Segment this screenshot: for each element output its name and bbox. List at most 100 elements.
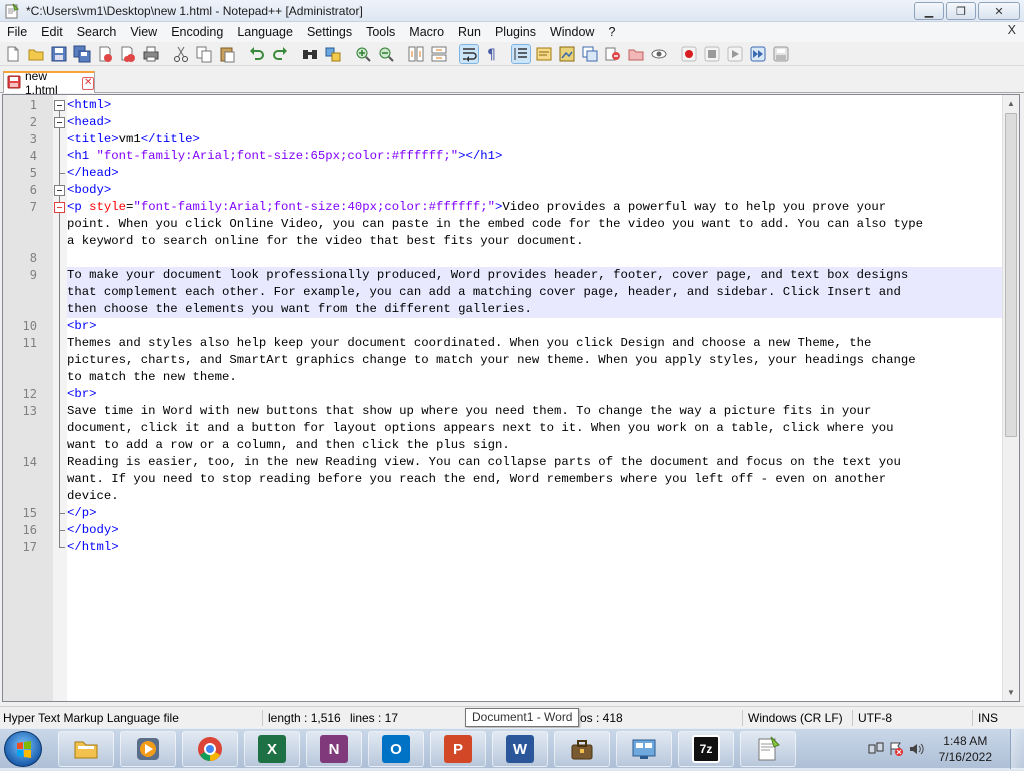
undo-icon[interactable] [248,45,266,63]
menu-view[interactable]: View [123,22,164,42]
code-line[interactable]: Themes and styles also help keep your do… [67,335,1003,352]
new-file-icon[interactable] [4,45,22,63]
menu-plugins[interactable]: Plugins [488,22,543,42]
code-line[interactable]: <head> [67,114,1003,131]
code-line[interactable]: <html> [67,97,1003,114]
tab-new-1-html[interactable]: new 1.html ✕ [3,69,95,97]
sync-vertical-icon[interactable] [407,45,425,63]
taskbar-chrome[interactable] [182,731,238,767]
code-line[interactable]: Reading is easier, too, in the new Readi… [67,454,1003,471]
taskbar-notepadpp[interactable] [740,731,796,767]
taskbar-onenote[interactable]: N [306,731,362,767]
code-line[interactable]: <h1 "font-family:Arial;font-size:65px;co… [67,148,1003,165]
menu-tools[interactable]: Tools [359,22,402,42]
taskbar-7zip[interactable]: 7z [678,731,734,767]
fold-toggle-icon[interactable] [54,117,65,128]
code-line[interactable]: </html> [67,539,1003,556]
copy-icon[interactable] [195,45,213,63]
code-line[interactable]: want. If you need to stop reading before… [67,471,1003,488]
show-desktop-button[interactable] [1010,729,1024,769]
taskbar-outlook[interactable]: O [368,731,424,767]
code-line[interactable]: <p style="font-family:Arial;font-size:40… [67,199,1003,216]
close-all-icon[interactable] [119,45,137,63]
word-wrap-icon[interactable] [459,44,479,64]
code-line[interactable]: <br> [67,386,1003,403]
replace-icon[interactable] [324,45,342,63]
menu-encoding[interactable]: Encoding [164,22,230,42]
cut-icon[interactable] [172,45,190,63]
find-icon[interactable] [301,45,319,63]
code-line[interactable]: a keyword to search online for the video… [67,233,1003,250]
taskbar-network-app[interactable] [554,731,610,767]
code-line[interactable]: Save time in Word with new buttons that … [67,403,1003,420]
function-list-icon[interactable] [581,45,599,63]
start-button[interactable] [4,731,42,767]
code-line[interactable]: to match the new theme. [67,369,1003,386]
volume-icon[interactable] [908,741,924,757]
taskbar-excel[interactable]: X [244,731,300,767]
network-icon[interactable] [868,741,884,757]
notepadpp-app-icon[interactable] [4,3,20,19]
taskbar-media-player[interactable] [120,731,176,767]
scrollbar-thumb[interactable] [1005,113,1017,437]
title-bar[interactable]: *C:\Users\vm1\Desktop\new 1.html - Notep… [0,0,1024,22]
code-line[interactable]: </head> [67,165,1003,182]
close-document-button[interactable]: X [1008,23,1016,37]
action-center-icon[interactable] [888,741,904,757]
code-line[interactable]: then choose the elements you want from t… [67,301,1003,318]
code-line[interactable]: </body> [67,522,1003,539]
code-line[interactable]: that complement each other. For example,… [67,284,1003,301]
code-line[interactable]: document, click it and a button for layo… [67,420,1003,437]
taskbar-word[interactable]: W [492,731,548,767]
run-macro-multiple-icon[interactable] [749,45,767,63]
redo-icon[interactable] [271,45,289,63]
zoom-in-icon[interactable] [354,45,372,63]
taskbar-control-panel[interactable] [616,731,672,767]
zoom-out-icon[interactable] [377,45,395,63]
code-line[interactable]: </p> [67,505,1003,522]
code-line[interactable]: device. [67,488,1003,505]
folder-icon[interactable] [627,45,645,63]
code-line[interactable]: pictures, charts, and SmartArt graphics … [67,352,1003,369]
monitoring-icon[interactable] [650,45,668,63]
record-macro-icon[interactable] [680,45,698,63]
code-line[interactable]: want to add a row or a column, and then … [67,437,1003,454]
menu-settings[interactable]: Settings [300,22,359,42]
taskbar-powerpoint[interactable]: P [430,731,486,767]
maximize-button[interactable]: ❐ [946,2,976,20]
menu-search[interactable]: Search [70,22,124,42]
document-map-icon[interactable] [558,45,576,63]
tab-close-icon[interactable]: ✕ [82,76,94,90]
close-file-icon[interactable] [96,45,114,63]
menu-window[interactable]: Window [543,22,601,42]
stop-macro-icon[interactable] [703,45,721,63]
code-line[interactable]: <title>vm1</title> [67,131,1003,148]
save-icon[interactable] [50,45,68,63]
vertical-scrollbar[interactable]: ▲ ▼ [1002,95,1019,701]
sync-horizontal-icon[interactable] [430,45,448,63]
fold-toggle-icon[interactable] [54,100,65,111]
indent-guide-icon[interactable] [511,44,531,64]
folder-as-workspace-icon[interactable] [604,45,622,63]
clock[interactable]: 1:48 AM 7/16/2022 [939,733,992,765]
taskbar-file-explorer[interactable] [58,731,114,767]
fold-toggle-icon[interactable] [54,185,65,196]
code-line[interactable]: <body> [67,182,1003,199]
print-icon[interactable] [142,45,160,63]
menu-help[interactable]: ? [601,22,622,42]
play-macro-icon[interactable] [726,45,744,63]
close-button[interactable]: ✕ [978,2,1020,20]
scroll-up-icon[interactable]: ▲ [1003,95,1019,112]
menu-run[interactable]: Run [451,22,488,42]
fold-toggle-icon[interactable] [54,202,65,213]
define-language-icon[interactable] [535,45,553,63]
code-line[interactable]: point. When you click Online Video, you … [67,216,1003,233]
code-line[interactable]: <br> [67,318,1003,335]
menu-language[interactable]: Language [230,22,300,42]
menu-file[interactable]: File [0,22,34,42]
minimize-button[interactable]: ▁ [914,2,944,20]
code-line[interactable]: To make your document look professionall… [67,267,1003,284]
show-all-chars-icon[interactable]: ¶ [483,45,501,63]
scroll-down-icon[interactable]: ▼ [1003,684,1019,701]
editor-area[interactable]: 1 <html> 2 <head> 3 <title>vm1</title> 4 <h1 "f… [2,94,1020,702]
